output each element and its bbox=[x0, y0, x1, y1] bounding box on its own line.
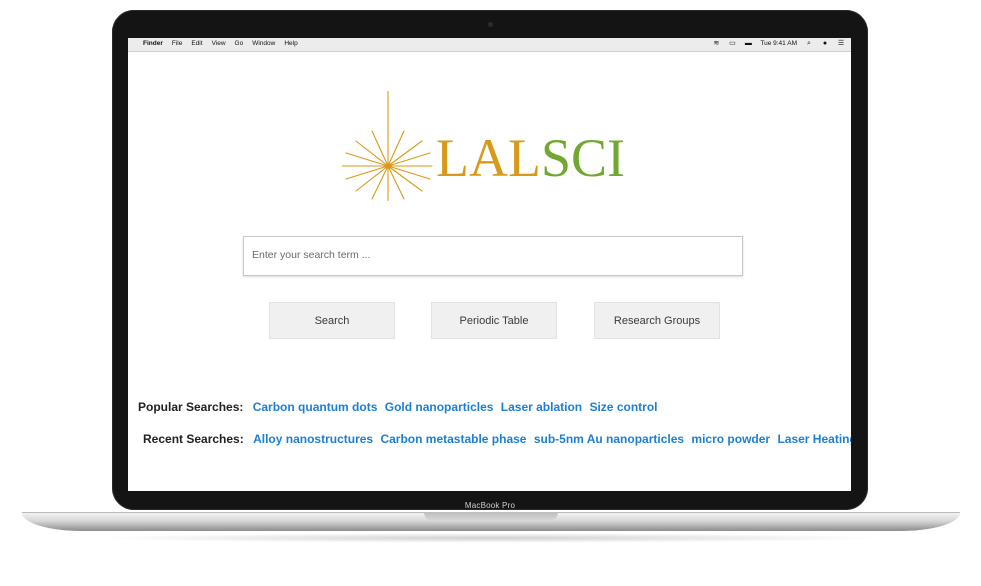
recent-search-link[interactable]: sub-5nm Au nanoparticles bbox=[534, 432, 684, 446]
logo-wordmark: LALSCI bbox=[436, 131, 625, 185]
menu-item-help[interactable]: Help bbox=[284, 40, 297, 47]
popular-search-link[interactable]: Gold nanoparticles bbox=[385, 400, 494, 414]
recent-search-link[interactable]: micro powder bbox=[691, 432, 770, 446]
logo-lal: LAL bbox=[436, 128, 541, 188]
menu-item-go[interactable]: Go bbox=[235, 40, 244, 47]
lalsci-logo: LALSCI bbox=[342, 91, 625, 201]
search-button[interactable]: Search bbox=[269, 302, 395, 339]
menu-bar: Finder File Edit View Go Window Help ≋ ▭… bbox=[128, 38, 851, 52]
menu-clock[interactable]: Tue 9:41 AM bbox=[760, 40, 797, 47]
notification-center-icon[interactable]: ☰ bbox=[837, 40, 845, 47]
popular-search-link[interactable]: Laser ablation bbox=[501, 400, 582, 414]
spotlight-icon[interactable]: ⌕ bbox=[805, 40, 813, 47]
research-groups-button[interactable]: Research Groups bbox=[594, 302, 720, 339]
popular-searches: Popular Searches: Carbon quantum dots Go… bbox=[138, 400, 657, 414]
logo-sci: SCI bbox=[540, 128, 626, 188]
device-model-label: MacBook Pro bbox=[464, 501, 516, 510]
search-input[interactable] bbox=[244, 237, 732, 273]
menu-item-view[interactable]: View bbox=[212, 40, 226, 47]
menu-bar-left: Finder File Edit View Go Window Help bbox=[134, 40, 298, 47]
laptop-shadow bbox=[90, 533, 890, 543]
recent-search-link[interactable]: Laser Heating bbox=[777, 432, 851, 446]
screen: Finder File Edit View Go Window Help ≋ ▭… bbox=[128, 38, 851, 491]
laser-burst-icon bbox=[342, 91, 433, 201]
menu-item-window[interactable]: Window bbox=[252, 40, 275, 47]
laptop-notch bbox=[424, 512, 558, 521]
siri-icon[interactable]: ● bbox=[821, 40, 829, 47]
laptop-lid: Finder File Edit View Go Window Help ≋ ▭… bbox=[112, 10, 868, 510]
battery-icon[interactable]: ▬ bbox=[744, 40, 752, 47]
menu-app-name[interactable]: Finder bbox=[143, 40, 163, 47]
recent-searches-label: Recent Searches: bbox=[143, 432, 244, 446]
camera-icon bbox=[488, 22, 493, 27]
recent-searches: Recent Searches: Alloy nanostructures Ca… bbox=[143, 432, 851, 446]
popular-search-link[interactable]: Carbon quantum dots bbox=[253, 400, 378, 414]
recent-search-link[interactable]: Carbon metastable phase bbox=[380, 432, 526, 446]
search-box bbox=[243, 236, 743, 276]
menu-bar-right: ≋ ▭ ▬ Tue 9:41 AM ⌕ ● ☰ bbox=[712, 40, 845, 47]
popular-searches-label: Popular Searches: bbox=[138, 400, 244, 414]
recent-search-link[interactable]: Alloy nanostructures bbox=[253, 432, 373, 446]
menu-item-edit[interactable]: Edit bbox=[191, 40, 202, 47]
menu-item-file[interactable]: File bbox=[172, 40, 182, 47]
popular-search-link[interactable]: Size control bbox=[589, 400, 657, 414]
periodic-table-button[interactable]: Periodic Table bbox=[431, 302, 557, 339]
wifi-icon[interactable]: ≋ bbox=[712, 40, 720, 47]
airplay-icon[interactable]: ▭ bbox=[728, 40, 736, 47]
